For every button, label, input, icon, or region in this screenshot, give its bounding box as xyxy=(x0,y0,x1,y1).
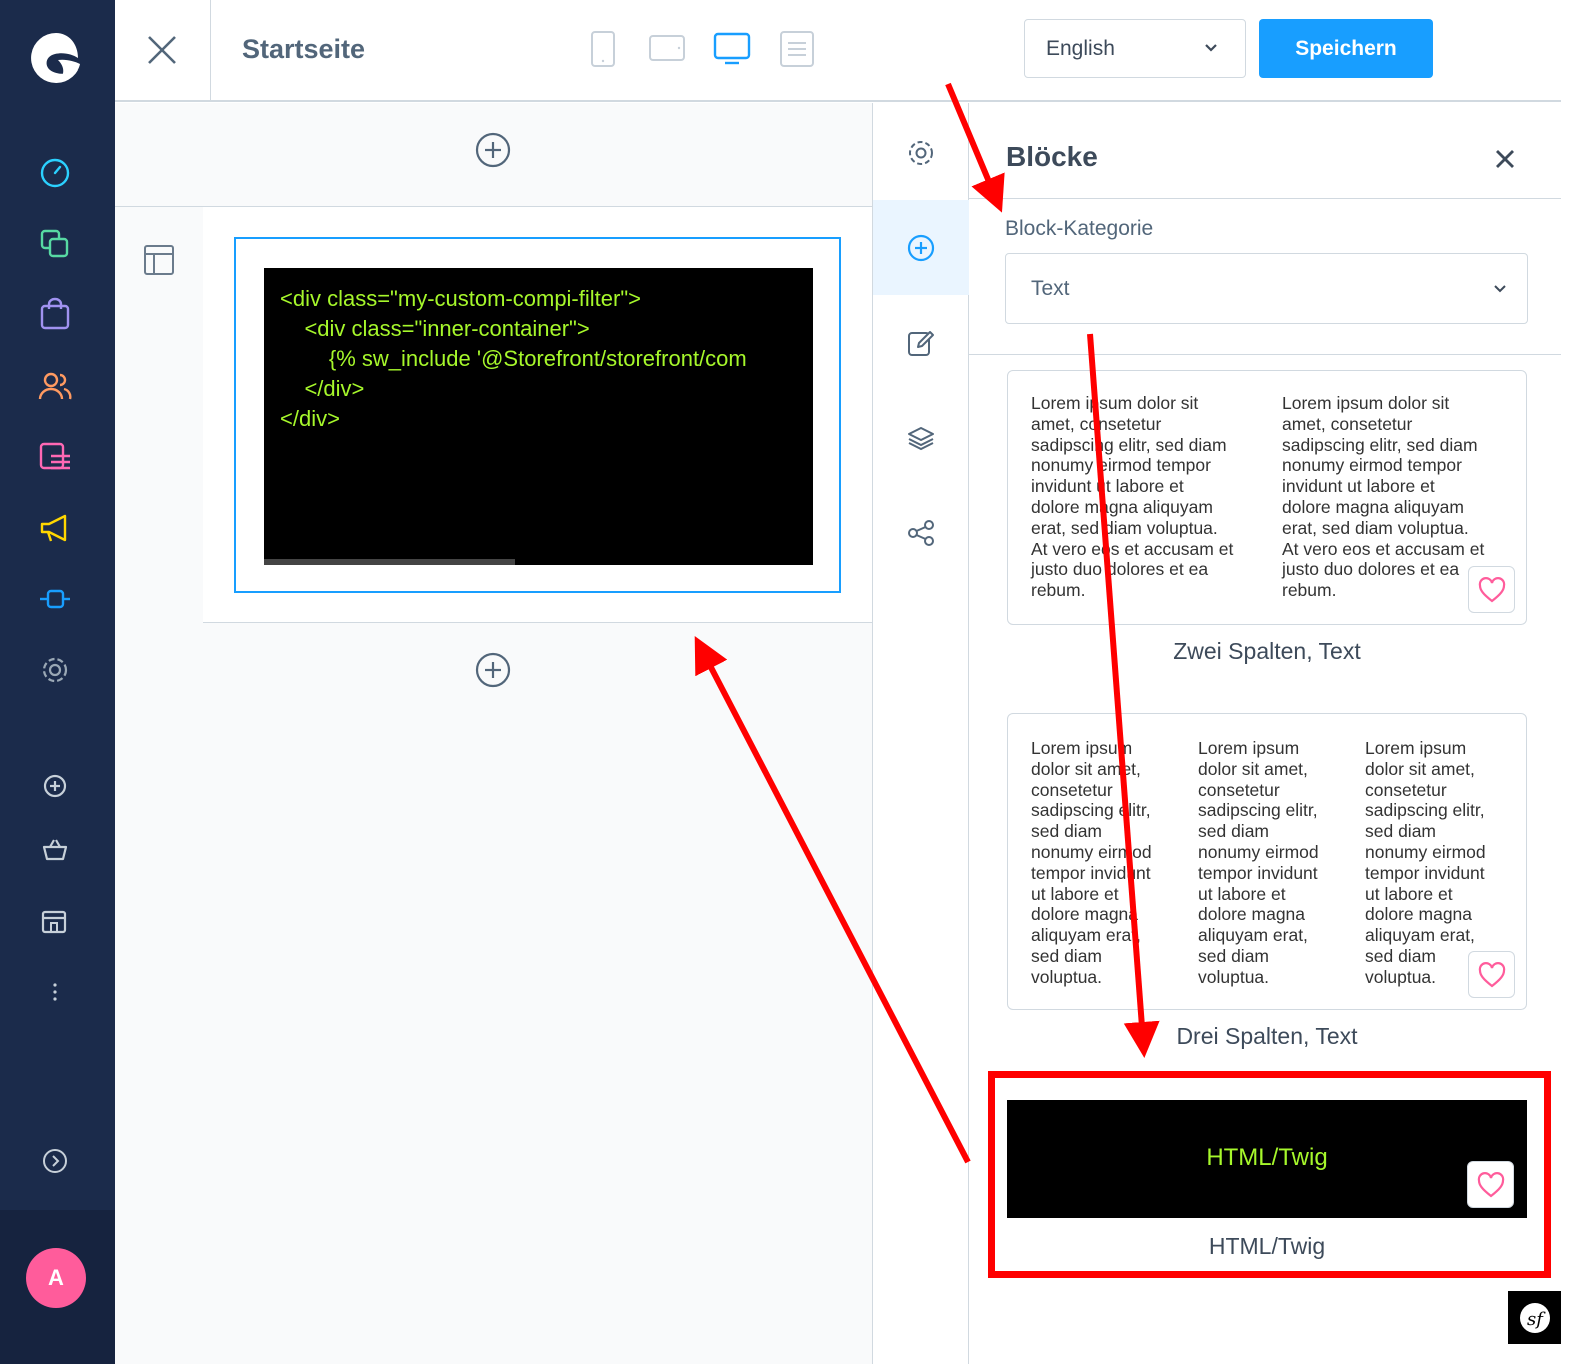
annotation-arrows xyxy=(694,82,1160,1164)
annotation-arrow xyxy=(1087,333,1160,1058)
annotation-arrow xyxy=(945,82,1005,213)
annotation-arrow xyxy=(694,636,971,1164)
symfony-toolbar-icon[interactable]: sf xyxy=(1508,1291,1561,1344)
